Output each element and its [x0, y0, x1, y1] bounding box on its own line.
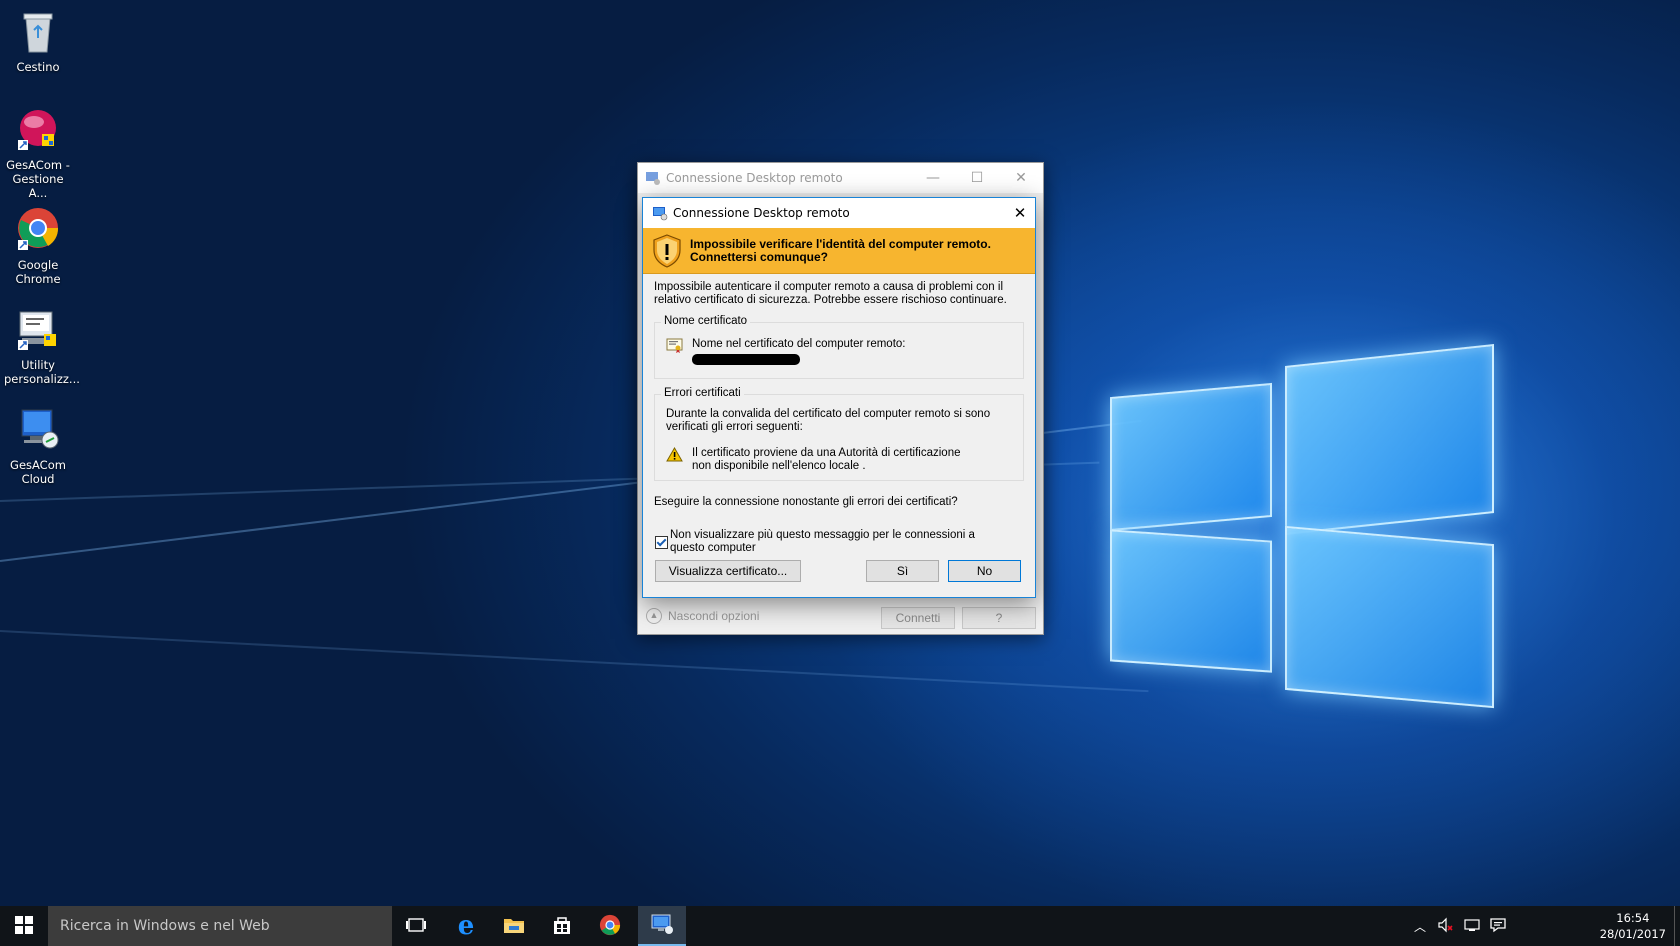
- certificate-icon: [666, 338, 684, 357]
- taskbar-store[interactable]: [538, 906, 586, 946]
- minimize-button[interactable]: —: [911, 163, 955, 193]
- network-icon: [1463, 917, 1481, 936]
- remote-desktop-icon: [650, 913, 674, 938]
- search-placeholder: Ricerca in Windows e nel Web: [60, 918, 270, 934]
- group-label: Nome certificato: [661, 315, 751, 327]
- certificate-name-group: Nome certificato Nome nel certificato de…: [654, 315, 1024, 379]
- task-view-icon: [405, 917, 427, 936]
- windows-icon: [15, 915, 33, 937]
- show-hidden-icons-button[interactable]: ︿: [1408, 906, 1432, 946]
- desktop-icon-label: Google Chrome: [15, 258, 61, 286]
- taskbar-edge[interactable]: e: [442, 906, 490, 946]
- certificate-warning-dialog: Connessione Desktop remoto ✕ Impossibile…: [642, 197, 1036, 598]
- shield-warning-icon: [652, 234, 682, 271]
- remote-desktop-icon: [645, 170, 661, 189]
- yes-button[interactable]: Sì: [866, 560, 939, 582]
- desktop-icon-gesacom-cloud[interactable]: GesACom Cloud: [4, 406, 72, 486]
- network-button[interactable]: [1460, 906, 1484, 946]
- desktop-icon-label: GesACom - Gestione A...: [6, 158, 70, 200]
- dont-show-checkbox[interactable]: [655, 536, 668, 549]
- recycle-bin-icon: [14, 8, 62, 56]
- title-bar: Connessione Desktop remoto — ☐ ✕: [638, 163, 1043, 193]
- taskbar-file-explorer[interactable]: [490, 906, 538, 946]
- certificate-error-text: Il certificato proviene da una Autorità …: [692, 447, 961, 472]
- desktop-icon-gesacom[interactable]: GesACom - Gestione A...: [4, 106, 72, 200]
- dialog-title: Connessione Desktop remoto: [673, 206, 850, 220]
- hide-options-link[interactable]: Nascondi opzioni: [668, 609, 759, 623]
- warning-icon: [666, 446, 683, 465]
- remote-desktop-icon: [14, 406, 62, 454]
- chevron-up-icon[interactable]: ▲: [646, 608, 662, 624]
- folder-icon: [503, 916, 525, 937]
- taskbar-chrome[interactable]: [586, 906, 634, 946]
- close-button[interactable]: ✕: [1005, 198, 1035, 228]
- maximize-button[interactable]: ☐: [955, 163, 999, 193]
- task-view-button[interactable]: [392, 906, 440, 946]
- checkmark-icon: [656, 536, 667, 547]
- dialog-title-bar: Connessione Desktop remoto ✕: [643, 198, 1035, 228]
- no-button[interactable]: No: [948, 560, 1021, 582]
- windows-logo-pane: [1110, 382, 1272, 532]
- utility-icon: [14, 306, 62, 354]
- group-label: Errori certificati: [661, 387, 744, 399]
- edge-icon: e: [457, 911, 475, 941]
- chrome-icon: [14, 206, 62, 254]
- windows-logo-pane: [1285, 525, 1494, 709]
- taskbar: Ricerca in Windows e nel Web e ︿ 16:54 2…: [0, 906, 1680, 946]
- windows-logo-pane: [1285, 344, 1494, 535]
- desktop-icon-recycle-bin[interactable]: Cestino: [4, 8, 72, 74]
- outer-footer: ▲ Nascondi opzioni Connetti ?: [638, 598, 1043, 634]
- windows-logo-pane: [1110, 529, 1272, 673]
- cert-name-label: Nome nel certificato del computer remoto…: [692, 338, 906, 350]
- store-icon: [552, 915, 572, 938]
- errors-description: Durante la convalida del certificato del…: [666, 408, 991, 433]
- help-button[interactable]: ?: [962, 607, 1036, 629]
- close-button[interactable]: ✕: [999, 163, 1043, 193]
- show-desktop-button[interactable]: [1674, 906, 1680, 946]
- warning-banner: Impossibile verificare l'identità del co…: [643, 228, 1035, 274]
- volume-button[interactable]: [1434, 906, 1458, 946]
- desktop-icon-utility[interactable]: Utility personalizz...: [4, 306, 80, 386]
- view-certificate-button[interactable]: Visualizza certificato...: [655, 560, 801, 582]
- desktop-icon-label: Utility personalizz...: [4, 358, 80, 386]
- desktop-icon-label: GesACom Cloud: [10, 458, 66, 486]
- connect-button[interactable]: Connetti: [881, 607, 955, 629]
- clock[interactable]: 16:54 28/01/2017: [1600, 910, 1666, 942]
- window-title: Connessione Desktop remoto: [666, 171, 843, 185]
- dont-show-label[interactable]: Non visualizzare più questo messaggio pe…: [670, 529, 990, 555]
- desktop-icon-chrome[interactable]: Google Chrome: [4, 206, 72, 286]
- warning-title: Impossibile verificare l'identità del co…: [690, 237, 991, 264]
- start-button[interactable]: [0, 906, 48, 946]
- gesacom-icon: [14, 106, 62, 154]
- remote-desktop-icon: [652, 205, 668, 224]
- question-text: Eseguire la connessione nonostante gli e…: [654, 496, 958, 508]
- chevron-up-icon: ︿: [1413, 919, 1426, 934]
- volume-muted-icon: [1437, 917, 1455, 936]
- search-box[interactable]: Ricerca in Windows e nel Web: [48, 906, 392, 946]
- clock-time: 16:54: [1616, 911, 1650, 925]
- light-beam: [0, 630, 1149, 693]
- redacted-value: [692, 354, 800, 365]
- intro-text: Impossibile autenticare il computer remo…: [654, 281, 1007, 306]
- taskbar-remote-desktop[interactable]: [638, 906, 686, 946]
- desktop-icon-label: Cestino: [16, 60, 60, 74]
- notification-icon: [1490, 917, 1506, 936]
- certificate-errors-group: Errori certificati Durante la convalida …: [654, 387, 1024, 481]
- action-center-button[interactable]: [1486, 906, 1510, 946]
- chrome-icon: [599, 914, 621, 939]
- clock-date: 28/01/2017: [1599, 927, 1666, 941]
